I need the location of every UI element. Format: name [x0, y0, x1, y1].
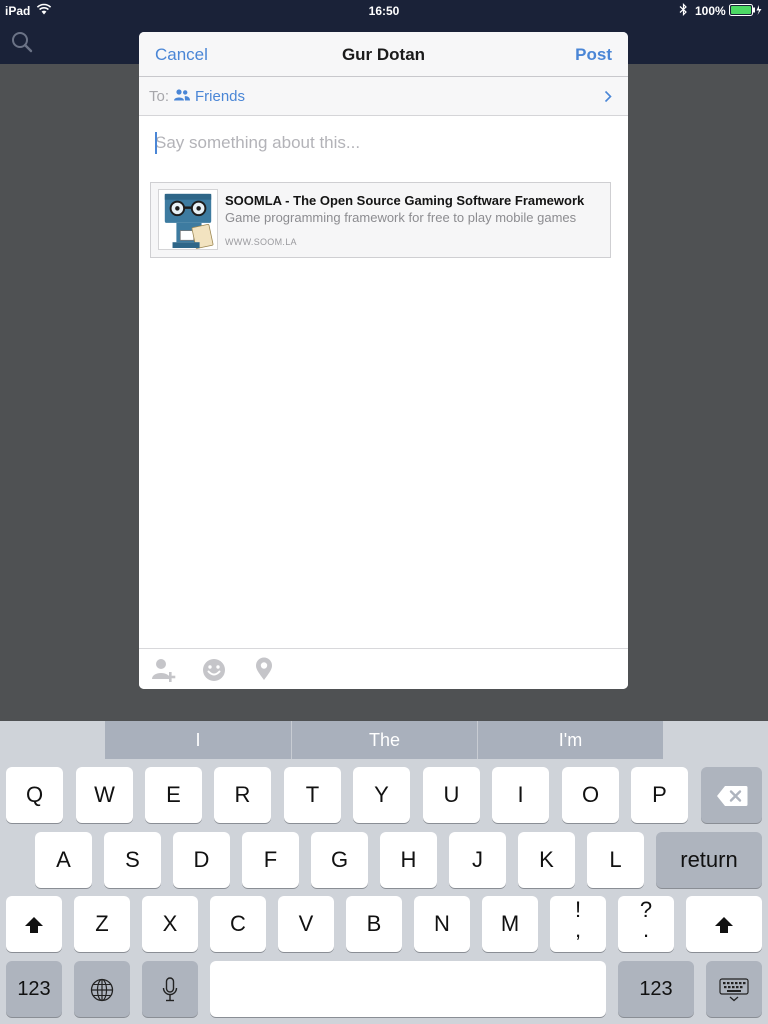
suggestion-item[interactable]: I'm [477, 721, 663, 759]
audience-selector[interactable]: To: Friends [139, 77, 628, 116]
return-key[interactable]: return [656, 832, 762, 888]
key-y[interactable]: Y [353, 767, 410, 823]
key-top-char: ! [574, 897, 582, 922]
key-p[interactable]: P [631, 767, 688, 823]
friends-icon [174, 89, 190, 101]
key-bottom-char: . [642, 917, 650, 942]
search-icon[interactable] [11, 31, 33, 53]
suggestion-item[interactable]: The [291, 721, 477, 759]
key-x[interactable]: X [142, 896, 198, 952]
key-c[interactable]: C [210, 896, 266, 952]
key-r[interactable]: R [214, 767, 271, 823]
key-k[interactable]: K [518, 832, 575, 888]
key-m[interactable]: M [482, 896, 538, 952]
link-preview-card[interactable]: SOOMLA - The Open Source Gaming Software… [150, 182, 611, 258]
location-pin-icon[interactable] [254, 657, 274, 681]
delete-key[interactable] [701, 767, 762, 823]
composer-navbar: Cancel Gur Dotan Post [139, 32, 628, 77]
dictation-key[interactable] [142, 961, 198, 1017]
audience-prefix: To: [149, 88, 170, 105]
key-q[interactable]: Q [6, 767, 63, 823]
key-e[interactable]: E [145, 767, 202, 823]
key-h[interactable]: H [380, 832, 437, 888]
status-text-input[interactable] [155, 130, 615, 156]
status-bar: iPad 16:50 100% [0, 0, 768, 20]
key-i[interactable]: I [492, 767, 549, 823]
key-o[interactable]: O [562, 767, 619, 823]
shift-icon [715, 917, 733, 934]
key-d[interactable]: D [173, 832, 230, 888]
composer-title: Gur Dotan [341, 45, 426, 64]
text-cursor [155, 132, 157, 154]
post-button[interactable]: Post [575, 45, 612, 65]
audience-value: Friends [195, 88, 246, 105]
share-composer-dialog: Cancel Gur Dotan Post To: Friends Say so… [139, 32, 628, 689]
shift-icon [25, 917, 43, 934]
link-domain: WWW.SOOM.LA [225, 237, 297, 247]
tag-people-icon[interactable] [151, 657, 177, 683]
numbers-key-left[interactable]: 123 [6, 961, 62, 1017]
key-u[interactable]: U [423, 767, 480, 823]
globe-icon [90, 979, 114, 1002]
numbers-key-right[interactable]: 123 [618, 961, 694, 1017]
key-t[interactable]: T [284, 767, 341, 823]
key-a[interactable]: A [35, 832, 92, 888]
key-f[interactable]: F [242, 832, 299, 888]
link-thumbnail-image [158, 189, 218, 250]
key-g[interactable]: G [311, 832, 368, 888]
key-v[interactable]: V [278, 896, 334, 952]
key-top-char: ? [639, 897, 653, 922]
suggestion-item[interactable]: I [105, 721, 291, 759]
battery-icon [729, 4, 762, 16]
key-bottom-char: , [574, 917, 582, 942]
hide-keyboard-key[interactable] [706, 961, 762, 1017]
on-screen-keyboard: I The I'm Q W E R T Y U I O P A S D F G … [0, 721, 768, 1024]
key-l[interactable]: L [587, 832, 644, 888]
key-exclamation-comma[interactable]: ! , [550, 896, 606, 952]
shift-key-right[interactable] [686, 896, 762, 952]
key-n[interactable]: N [414, 896, 470, 952]
link-description: Game programming framework for free to p… [225, 210, 577, 225]
chevron-right-icon [604, 90, 612, 103]
microphone-icon [162, 977, 178, 1002]
space-key[interactable] [210, 961, 606, 1017]
composer-toolbar [139, 648, 628, 689]
emoji-icon[interactable] [202, 658, 226, 682]
key-j[interactable]: J [449, 832, 506, 888]
keyboard-dismiss-icon [719, 978, 749, 1002]
predictive-suggestion-bar: I The I'm [105, 721, 663, 759]
link-title: SOOMLA - The Open Source Gaming Software… [225, 193, 585, 208]
key-b[interactable]: B [346, 896, 402, 952]
key-s[interactable]: S [104, 832, 161, 888]
battery-percentage: 100% [695, 4, 726, 18]
key-question-period[interactable]: ? . [618, 896, 674, 952]
backspace-icon [716, 786, 747, 807]
key-z[interactable]: Z [74, 896, 130, 952]
bluetooth-icon [679, 3, 687, 16]
shift-key-left[interactable] [6, 896, 62, 952]
key-w[interactable]: W [76, 767, 133, 823]
globe-key[interactable] [74, 961, 130, 1017]
clock: 16:50 [368, 4, 400, 18]
